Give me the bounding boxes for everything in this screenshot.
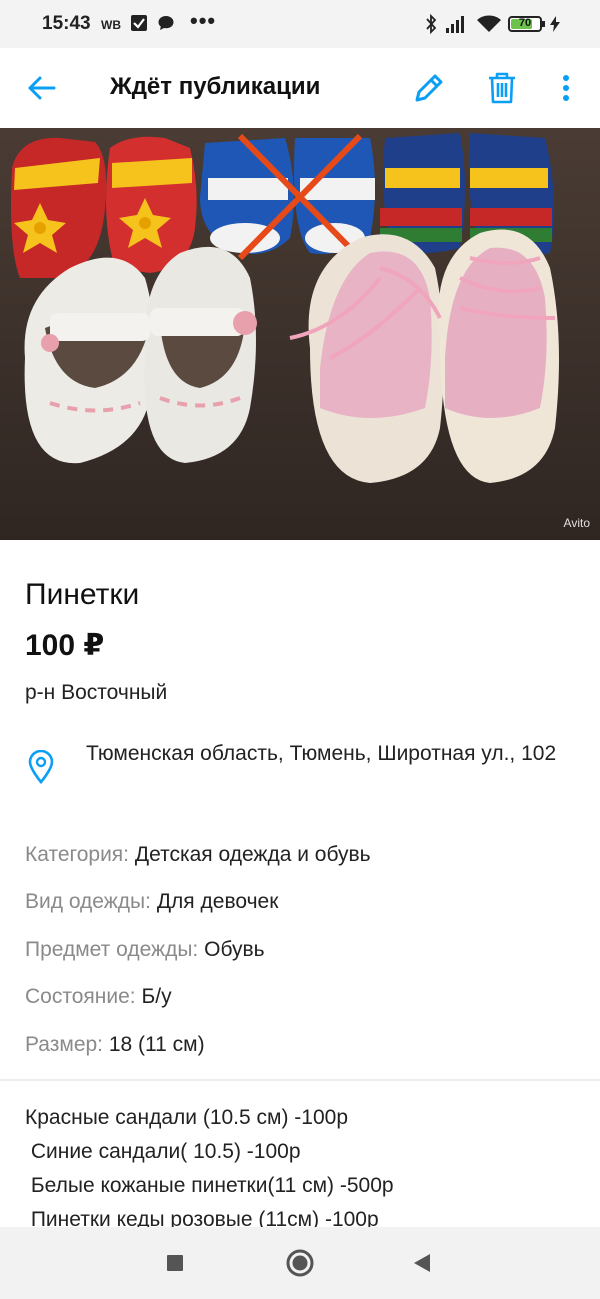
param-category: Категория: Детская одежда и обувь [25, 843, 371, 867]
bluetooth-icon [424, 13, 438, 39]
param-key: Состояние: [25, 985, 136, 1008]
listing-district: р-н Восточный [25, 681, 168, 704]
battery-icon: 70 [508, 16, 542, 32]
checkbox-notification-icon [130, 14, 148, 37]
delete-button[interactable] [478, 64, 526, 112]
trash-icon [489, 72, 515, 104]
photo-watermark: Avito [563, 516, 590, 530]
chat-notification-icon [157, 14, 175, 37]
wifi-icon [476, 14, 502, 39]
pencil-icon [415, 74, 443, 102]
section-divider [0, 1079, 600, 1081]
status-bar: 15:43 WB ••• 70 [0, 0, 600, 48]
edit-button[interactable] [405, 64, 453, 112]
triangle-back-icon [414, 1254, 430, 1272]
back-arrow-icon [28, 76, 56, 100]
param-key: Вид одежды: [25, 890, 151, 913]
param-value: Обувь [204, 938, 265, 961]
recents-button[interactable] [155, 1247, 195, 1279]
more-options-button[interactable] [542, 64, 590, 112]
param-value: Детская одежда и обувь [134, 843, 371, 866]
charging-icon [550, 16, 560, 37]
param-value: Б/у [141, 985, 172, 1008]
param-value: 18 (11 см) [108, 1033, 205, 1056]
param-key: Размер: [25, 1033, 104, 1056]
listing-title: Пинетки [25, 578, 140, 611]
carrier-label: WB [101, 18, 121, 32]
app-bar: Ждёт публикации [0, 48, 600, 128]
battery-tip [542, 21, 545, 27]
param-condition: Состояние: Б/у [25, 985, 172, 1009]
system-nav-bar [0, 1227, 600, 1299]
param-clothing-item: Предмет одежды: Обувь [25, 938, 265, 962]
param-clothing-type: Вид одежды: Для девочек [25, 890, 278, 914]
listing-photo[interactable]: Avito [0, 128, 600, 540]
param-value: Для девочек [156, 890, 279, 913]
shoes-photo-illustration [0, 128, 600, 540]
back-button[interactable] [18, 64, 66, 112]
home-button[interactable] [280, 1247, 320, 1279]
system-back-button[interactable] [402, 1247, 442, 1279]
status-time: 15:43 [42, 13, 91, 34]
page-title: Ждёт публикации [110, 73, 321, 100]
kebab-menu-icon [563, 75, 569, 101]
listing-description: Красные сандали (10.5 см) -100р Синие са… [25, 1106, 394, 1231]
listing-address[interactable]: Тюменская область, Тюмень, Широтная ул.,… [86, 737, 566, 771]
battery-level: 70 [518, 17, 532, 29]
square-icon [167, 1255, 183, 1271]
location-pin-icon [28, 749, 54, 789]
param-key: Предмет одежды: [25, 938, 199, 961]
signal-icon [444, 14, 470, 39]
home-circle-icon [286, 1249, 314, 1277]
more-notifications-icon: ••• [190, 8, 217, 33]
param-key: Категория: [25, 843, 130, 866]
listing-price: 100 ₽ [25, 629, 105, 662]
param-size: Размер: 18 (11 см) [25, 1033, 205, 1057]
